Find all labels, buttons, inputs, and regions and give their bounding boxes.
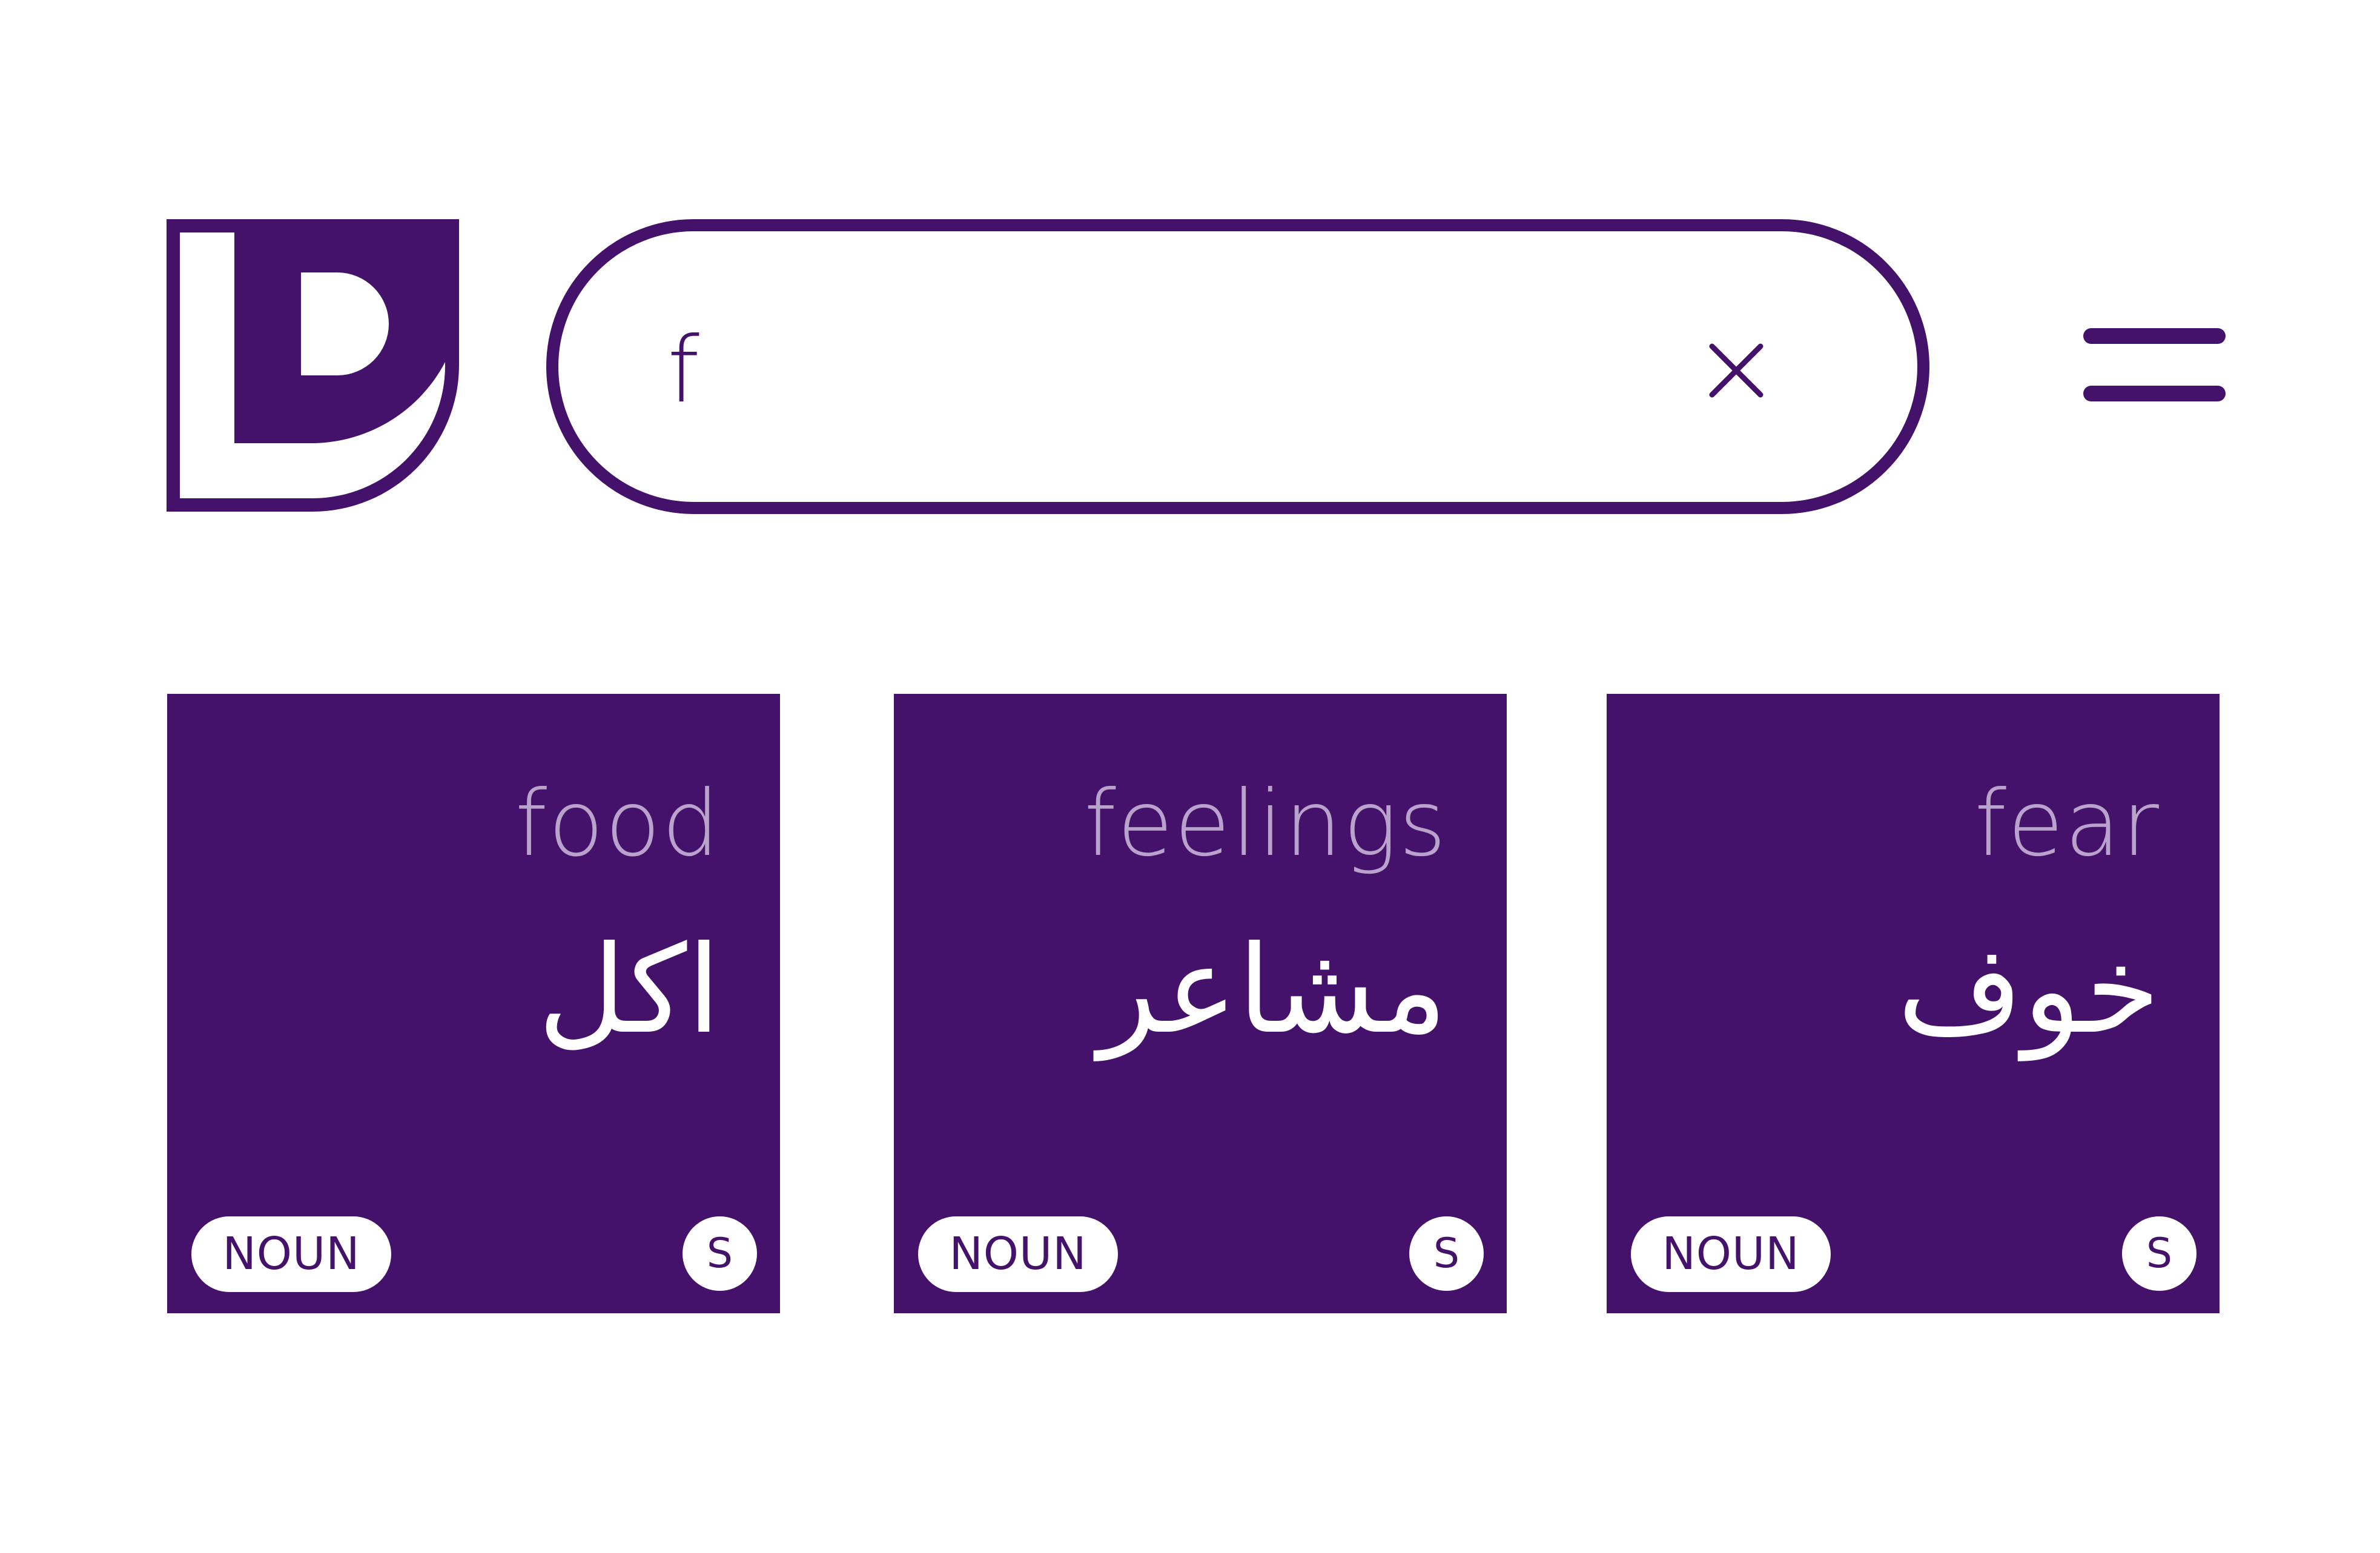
arabic-word: مشاعر [1098, 920, 1447, 1061]
s-badge[interactable]: S [2122, 1216, 2197, 1291]
english-word: food [515, 771, 721, 877]
pos-badge: NOUN [1631, 1216, 1831, 1292]
ld-logo-icon[interactable] [167, 219, 459, 512]
result-card-feelings[interactable]: feelings مشاعر NOUN S [894, 694, 1507, 1313]
arabic-word: خوف [1897, 920, 2160, 1061]
search-input[interactable] [667, 298, 1576, 443]
pos-badge: NOUN [918, 1216, 1118, 1292]
s-badge[interactable]: S [1409, 1216, 1484, 1291]
close-icon[interactable] [1706, 340, 1767, 401]
pos-badge: NOUN [191, 1216, 391, 1292]
result-card-food[interactable]: food اكل NOUN S [167, 694, 780, 1313]
s-badge[interactable]: S [683, 1216, 757, 1291]
result-card-fear[interactable]: fear خوف NOUN S [1607, 694, 2220, 1313]
english-word: fear [1974, 771, 2160, 877]
english-word: feelings [1084, 771, 1447, 877]
menu-line [2083, 386, 2226, 401]
arabic-word: اكل [537, 920, 721, 1061]
menu-icon[interactable] [2083, 322, 2232, 410]
menu-line [2083, 328, 2226, 344]
search-bar [546, 219, 1929, 514]
